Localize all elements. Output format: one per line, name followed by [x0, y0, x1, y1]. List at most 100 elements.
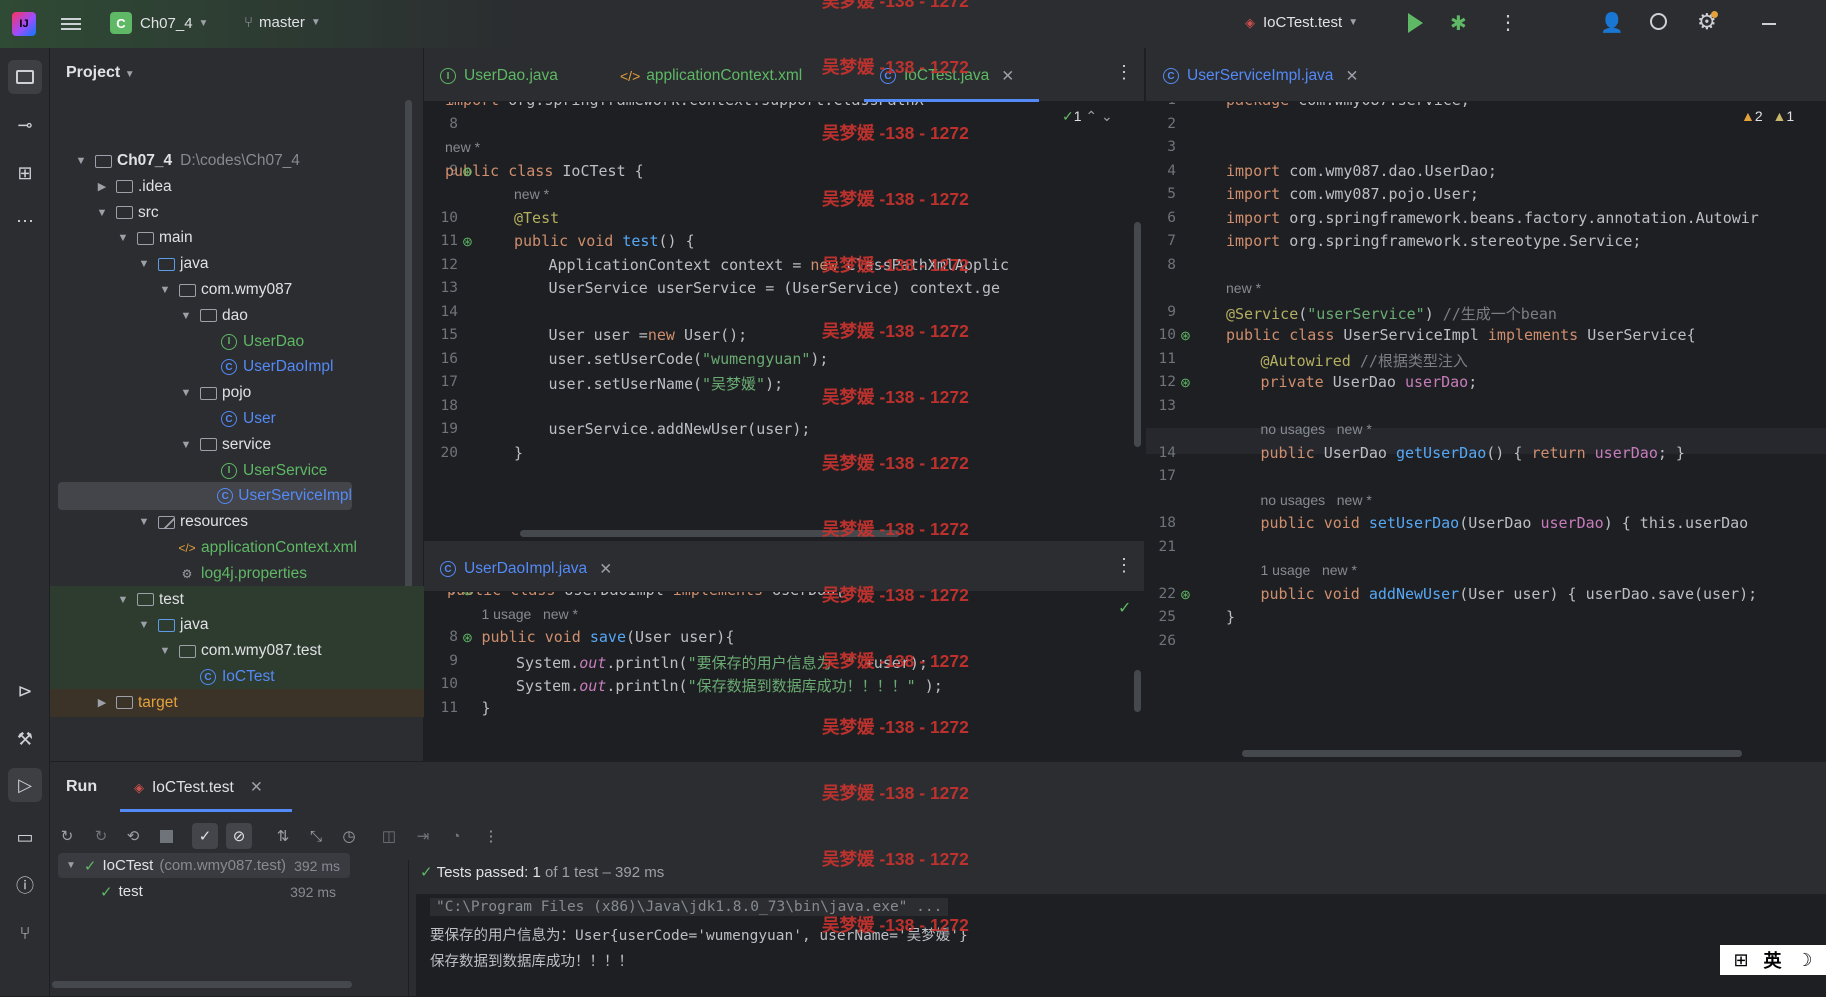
history-icon[interactable]: ◷ [336, 823, 362, 849]
project-panel-title[interactable]: Project ▼ [66, 64, 135, 82]
tree-node[interactable]: ▼ test [50, 585, 424, 614]
gutter-run-icon[interactable]: ⊛ [1180, 587, 1191, 603]
gutter-run-icon[interactable]: ⊛ [462, 234, 473, 250]
close-icon[interactable]: ✕ [1001, 67, 1014, 86]
show-passed-icon[interactable]: ✓ [192, 823, 218, 849]
branch-selector[interactable]: ⑂ master ▼ [244, 14, 321, 31]
search-icon[interactable] [1650, 13, 1667, 30]
close-icon[interactable]: ✕ [599, 560, 612, 579]
app-logo-icon[interactable]: IJ [12, 12, 36, 36]
tree-node[interactable]: ▼ service [58, 431, 420, 459]
gutter-run-icon[interactable]: ⊛ [462, 592, 473, 599]
gutter-run-icon[interactable]: ⊛ [462, 164, 473, 180]
gutter-run-icon[interactable]: ⊛ [1180, 375, 1191, 391]
main-menu-icon[interactable] [60, 13, 82, 35]
tree-node[interactable]: ▶ .idea [58, 173, 420, 201]
tab-applicationcontext-xml[interactable]: </> applicationContext.xml [620, 62, 802, 90]
tree-node[interactable]: ▼ pojo [58, 379, 420, 407]
problems-tool-icon[interactable]: ⓘ [10, 870, 40, 900]
tree-node[interactable]: ⚙ log4j.properties [58, 560, 420, 588]
chevron-right-icon[interactable]: ▶ [95, 180, 109, 193]
userdaoimpl-editor[interactable]: 7public class UserDaoImpl implements Use… [424, 592, 1144, 761]
project-tool-icon[interactable] [8, 60, 42, 94]
services-tool-icon[interactable]: ⊳ [10, 676, 40, 706]
close-icon[interactable]: ✕ [250, 778, 263, 797]
terminal-tool-icon[interactable]: ▭ [10, 822, 40, 852]
chevron-down-icon[interactable]: ▼ [179, 310, 193, 322]
gutter-run-icon[interactable]: ⊛ [462, 630, 473, 646]
editor-vertical-scrollbar[interactable] [1134, 222, 1141, 447]
settings-gear-icon[interactable]: ⚙ [1697, 9, 1718, 35]
tree-node[interactable]: C User [58, 405, 420, 433]
chevron-down-icon[interactable]: ▼ [179, 439, 193, 451]
rerun-icon[interactable]: ↻ [54, 823, 80, 849]
chevron-down-icon[interactable]: ▼ [74, 155, 88, 167]
build-tool-icon[interactable]: ⚒ [10, 724, 40, 754]
structure-tool-icon[interactable]: ⊞ [10, 158, 40, 188]
screenshot-icon[interactable]: ◫ [376, 823, 402, 849]
tree-node[interactable]: ▶ target [50, 688, 424, 717]
more-options-icon[interactable]: ⋮ [478, 823, 504, 849]
tree-node[interactable]: C IoCTest [50, 663, 424, 691]
userserviceimpl-editor[interactable]: 1 package com.wmy087.service; 2 3 4 import co… [1146, 102, 1826, 761]
tree-node[interactable]: ▼ src [58, 199, 420, 227]
run-icon[interactable] [1408, 13, 1423, 33]
run-config-selector[interactable]: ◈ IoCTest.test ▼ [1245, 14, 1358, 31]
tab-userdaoimpl-java[interactable]: C UserDaoImpl.java ✕ [440, 555, 612, 583]
tab-options-icon[interactable]: ⋮ [1115, 555, 1133, 576]
add-user-icon[interactable]: 👤 [1600, 11, 1624, 35]
tree-node[interactable]: I UserService [58, 457, 420, 485]
chevron-down-icon[interactable]: ▼ [179, 387, 193, 399]
chevron-down-icon[interactable]: ▼ [137, 619, 151, 631]
tree-node[interactable]: ▼ com.wmy087.test [50, 637, 424, 666]
chevron-down-icon[interactable]: ▼ [116, 594, 130, 606]
tree-node[interactable]: C UserDaoImpl [58, 353, 420, 381]
more-actions-icon[interactable]: ⋮ [1498, 10, 1518, 35]
tree-node[interactable]: ▼ Ch07_4 D:\codes\Ch07_4 [58, 147, 420, 175]
tree-node[interactable]: ▼ java [50, 611, 424, 640]
chevron-down-icon[interactable]: ▼ [137, 516, 151, 528]
tree-node[interactable]: ▼ java [58, 250, 420, 278]
rerun-failed-icon[interactable]: ↻ [88, 823, 114, 849]
tree-node[interactable]: </> applicationContext.xml [58, 534, 420, 562]
tree-node[interactable]: ▼ resources [58, 508, 420, 536]
editor-horizontal-scrollbar[interactable] [1242, 750, 1742, 757]
tab-options-icon[interactable]: ⋮ [1115, 62, 1133, 83]
console-divider[interactable] [408, 860, 409, 997]
test-tree-scrollbar[interactable] [52, 981, 352, 988]
tab-userdao-java[interactable]: I UserDao.java [440, 62, 558, 90]
debug-icon[interactable]: ✱ [1450, 11, 1467, 36]
chevron-down-icon[interactable]: ▼ [158, 645, 172, 657]
collapse-all-icon[interactable]: ⤡ [303, 823, 329, 849]
git-tool-icon[interactable]: ⑂ [10, 918, 40, 948]
stop-icon[interactable] [153, 823, 179, 849]
tree-node[interactable]: I UserDao [58, 328, 420, 356]
test-node[interactable]: ✓ test 392 ms [56, 879, 346, 904]
chevron-down-icon[interactable]: ▼ [95, 207, 109, 219]
export-icon[interactable]: ⇥ [410, 823, 436, 849]
console-output[interactable]: "C:\Program Files (x86)\Java\jdk1.8.0_73… [416, 894, 1826, 996]
coverage-icon[interactable]: ◔ [443, 823, 469, 849]
editor-vertical-scrollbar[interactable] [1134, 670, 1141, 712]
tree-node[interactable]: C UserServiceImpl [58, 482, 352, 511]
warnings-widget[interactable]: ▲2 ▲1 [1741, 108, 1794, 124]
chevron-down-icon[interactable]: ▼ [158, 284, 172, 296]
sort-icon[interactable]: ⇅ [270, 823, 296, 849]
tree-node[interactable]: ▼ main [58, 224, 420, 252]
tree-node[interactable]: ▼ com.wmy087 [58, 276, 420, 304]
commit-tool-icon[interactable]: ⊸ [10, 110, 40, 140]
show-ignored-icon[interactable]: ⊘ [226, 823, 252, 849]
tab-userserviceimpl-java[interactable]: C UserServiceImpl.java ✕ [1163, 62, 1358, 90]
run-tab[interactable]: ◈ IoCTest.test ✕ [134, 778, 263, 797]
gutter-run-icon[interactable]: ⊛ [1180, 328, 1191, 344]
minimize-window-icon[interactable] [1762, 23, 1776, 25]
ioctest-editor[interactable]: 7import org.springframework.context.supp… [424, 102, 1144, 540]
tree-node[interactable]: ▼ dao [58, 302, 420, 330]
more-tools-icon[interactable]: ⋯ [10, 206, 40, 236]
test-node[interactable]: ▼ ✓ IoCTest (com.wmy087.test) 392 ms [58, 853, 350, 878]
chevron-down-icon[interactable]: ▼ [137, 258, 151, 270]
toggle-auto-test-icon[interactable]: ⟲ [120, 823, 146, 849]
chevron-down-icon[interactable]: ▼ [116, 232, 130, 244]
close-icon[interactable]: ✕ [1345, 67, 1358, 86]
project-selector[interactable]: C Ch07_4 ▼ [110, 12, 208, 34]
